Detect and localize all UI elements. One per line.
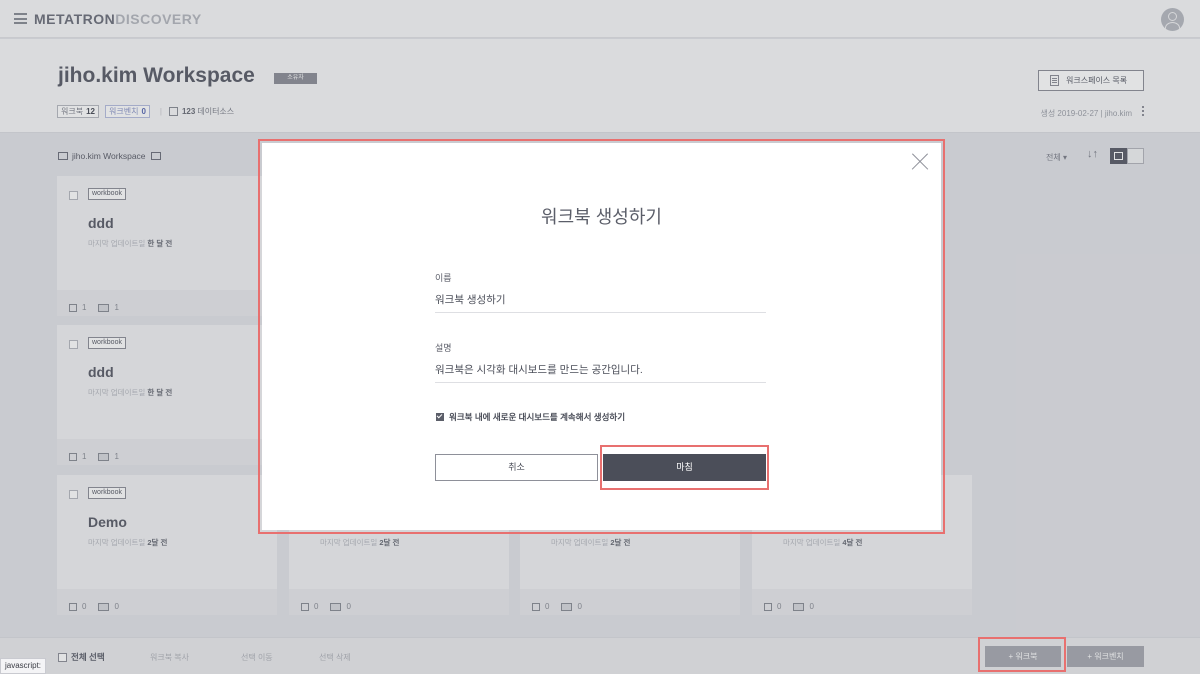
close-icon[interactable] bbox=[911, 153, 929, 171]
description-label: 설명 bbox=[435, 343, 452, 353]
done-button[interactable]: 마침 bbox=[603, 454, 766, 481]
create-workbook-dialog: 워크북 생성하기 이름 워크북 생성하기 설명 워크북은 시각화 대시보드를 만… bbox=[262, 143, 941, 530]
name-input[interactable]: 워크북 생성하기 bbox=[435, 292, 766, 313]
description-input[interactable]: 워크북은 시각화 대시보드를 만드는 공간입니다. bbox=[435, 362, 766, 383]
dialog-title: 워크북 생성하기 bbox=[541, 207, 662, 227]
cancel-button[interactable]: 취소 bbox=[435, 454, 598, 481]
name-label: 이름 bbox=[435, 273, 452, 283]
highlight-add-workbook bbox=[978, 637, 1066, 672]
continue-create-checkbox[interactable]: 워크북 내에 새로운 대시보드를 계속해서 생성하기 bbox=[436, 411, 625, 423]
browser-status-bar: javascript: bbox=[0, 658, 47, 674]
checkbox-checked-icon bbox=[436, 413, 444, 421]
